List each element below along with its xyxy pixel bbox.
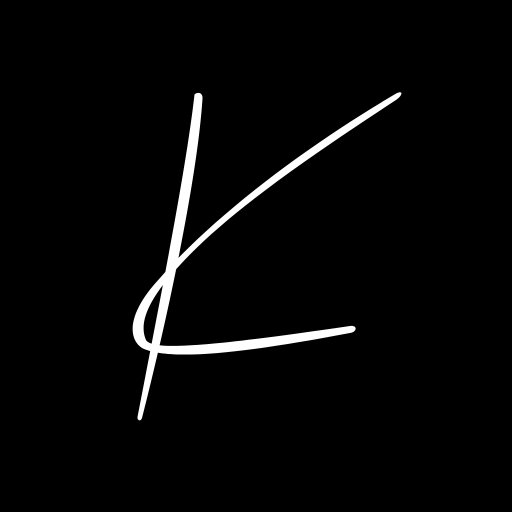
monogram-loop-stroke [132, 92, 402, 355]
monogram-stem-stroke [137, 92, 203, 421]
logo-canvas: K [0, 0, 512, 512]
k-monogram-icon [132, 92, 402, 421]
